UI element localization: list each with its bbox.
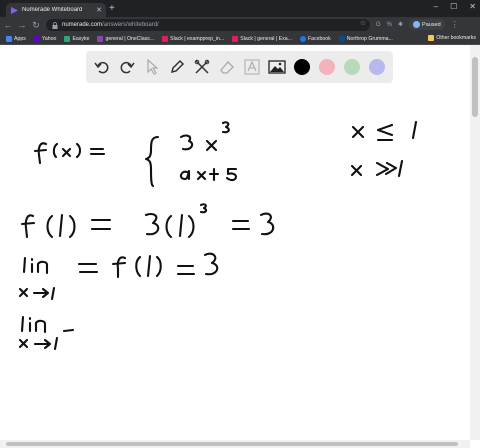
extension-g-icon[interactable]: G	[376, 22, 381, 28]
address-bar[interactable]: numerade.com /answers/whiteboard/ ☆	[46, 19, 370, 31]
bookmark-easyke[interactable]: Easyke	[64, 35, 90, 42]
bookmark-northrop[interactable]: Northrop Grumma...	[338, 35, 393, 42]
new-tab-button[interactable]: +	[109, 4, 115, 14]
maximize-icon[interactable]: ☐	[450, 2, 457, 11]
bookmark-label: Slack | general | Exa...	[240, 35, 292, 42]
bookmark-facebook[interactable]: Facebook	[299, 35, 331, 42]
swatch	[294, 59, 310, 75]
whiteboard-toolbar	[86, 51, 393, 83]
browser-menu-icon[interactable]: ⋮	[451, 20, 459, 29]
other-bookmarks-label: Other bookmarks	[436, 35, 476, 41]
numerade-favicon-icon	[10, 6, 18, 14]
oneclass-icon	[97, 35, 104, 42]
vertical-scrollbar[interactable]	[470, 45, 480, 440]
slack-icon	[232, 35, 239, 42]
swatch	[319, 59, 335, 75]
browser-toolbar: ← → ↻ numerade.com /answers/whiteboard/ …	[0, 17, 480, 33]
reload-icon[interactable]: ↻	[30, 20, 42, 31]
image-icon[interactable]	[267, 57, 287, 77]
color-black-swatch[interactable]	[292, 57, 312, 77]
eraser-icon[interactable]	[217, 57, 237, 77]
color-purple-swatch[interactable]	[367, 57, 387, 77]
slack-icon	[162, 35, 169, 42]
bookmark-label: Yahoo	[41, 35, 57, 42]
scrollbar-thumb[interactable]	[472, 57, 478, 117]
cursor-icon[interactable]	[142, 57, 162, 77]
handwriting-ax-plus-5	[179, 167, 238, 182]
tools-icon[interactable]	[192, 57, 212, 77]
bookmark-oneclass[interactable]: general | OneClass...	[97, 35, 155, 42]
color-pink-swatch[interactable]	[317, 57, 337, 77]
bookmark-label: Northrop Grumma...	[346, 35, 393, 42]
bookmark-label: Facebook	[307, 35, 331, 42]
yahoo-icon	[33, 35, 40, 42]
handwriting-line2	[20, 203, 275, 239]
window-controls: – ☐ ✕	[434, 2, 476, 11]
bookmark-label: Slack | exampprep_in...	[170, 35, 225, 42]
text-icon[interactable]	[242, 57, 262, 77]
lock-icon	[52, 21, 58, 29]
browser-tab[interactable]: Numerade Whiteboard ✕	[6, 3, 106, 17]
extensions-area: G % ✱ Paused ⋮	[376, 19, 459, 30]
url-path: /answers/whiteboard/	[102, 22, 159, 28]
bookmark-apps[interactable]: Apps	[6, 35, 26, 42]
color-green-swatch[interactable]	[342, 57, 362, 77]
undo-icon[interactable]	[92, 57, 112, 77]
facebook-icon	[299, 35, 306, 42]
folder-icon	[428, 35, 435, 41]
handwriting-cond-2	[350, 159, 404, 178]
bookmark-label: Easyke	[72, 35, 90, 42]
extension-percent-icon[interactable]: %	[387, 22, 392, 28]
bookmark-slack-general[interactable]: Slack | general | Exa...	[232, 35, 292, 42]
avatar	[413, 21, 421, 28]
browser-title-bar: Numerade Whiteboard ✕ + – ☐ ✕	[0, 0, 480, 17]
back-icon[interactable]: ←	[2, 20, 14, 30]
scrollbar-thumb[interactable]	[6, 442, 458, 446]
bookmark-yahoo[interactable]: Yahoo	[33, 35, 57, 42]
whiteboard-canvas[interactable]	[0, 45, 470, 440]
bookmark-star-icon[interactable]: ☆	[360, 19, 366, 27]
minimize-icon[interactable]: –	[434, 2, 438, 11]
swatch	[369, 59, 385, 75]
handwriting-line4	[18, 315, 75, 351]
handwriting-cond-1	[351, 120, 418, 142]
handwriting-fx-equals	[33, 142, 106, 165]
extensions-puzzle-icon[interactable]: ✱	[398, 21, 403, 28]
url-host: numerade.com	[62, 22, 103, 28]
profile-button[interactable]: Paused	[409, 19, 445, 30]
bookmark-label: Apps	[14, 35, 26, 42]
horizontal-scrollbar[interactable]	[0, 440, 470, 448]
bookmarks-bar: Apps Yahoo Easyke general | OneClass... …	[0, 33, 480, 45]
easyke-icon	[64, 35, 71, 42]
swatch	[344, 59, 360, 75]
pen-icon[interactable]	[167, 57, 187, 77]
redo-icon[interactable]	[117, 57, 137, 77]
northrop-icon	[338, 35, 345, 42]
close-window-icon[interactable]: ✕	[469, 2, 476, 11]
tab-title: Numerade Whiteboard	[22, 7, 83, 13]
handwriting-line3	[18, 252, 219, 301]
bookmark-label: general | OneClass...	[105, 35, 155, 42]
bookmark-slack-exampprep[interactable]: Slack | exampprep_in...	[162, 35, 225, 42]
other-bookmarks[interactable]: Other bookmarks	[428, 35, 476, 41]
handwriting-brace	[144, 135, 160, 188]
apps-grid-icon	[6, 35, 12, 42]
handwriting-3x-cubed	[179, 121, 230, 152]
forward-icon[interactable]: →	[16, 20, 28, 30]
tab-close-icon[interactable]: ✕	[96, 6, 102, 14]
profile-name: Paused	[422, 21, 441, 28]
